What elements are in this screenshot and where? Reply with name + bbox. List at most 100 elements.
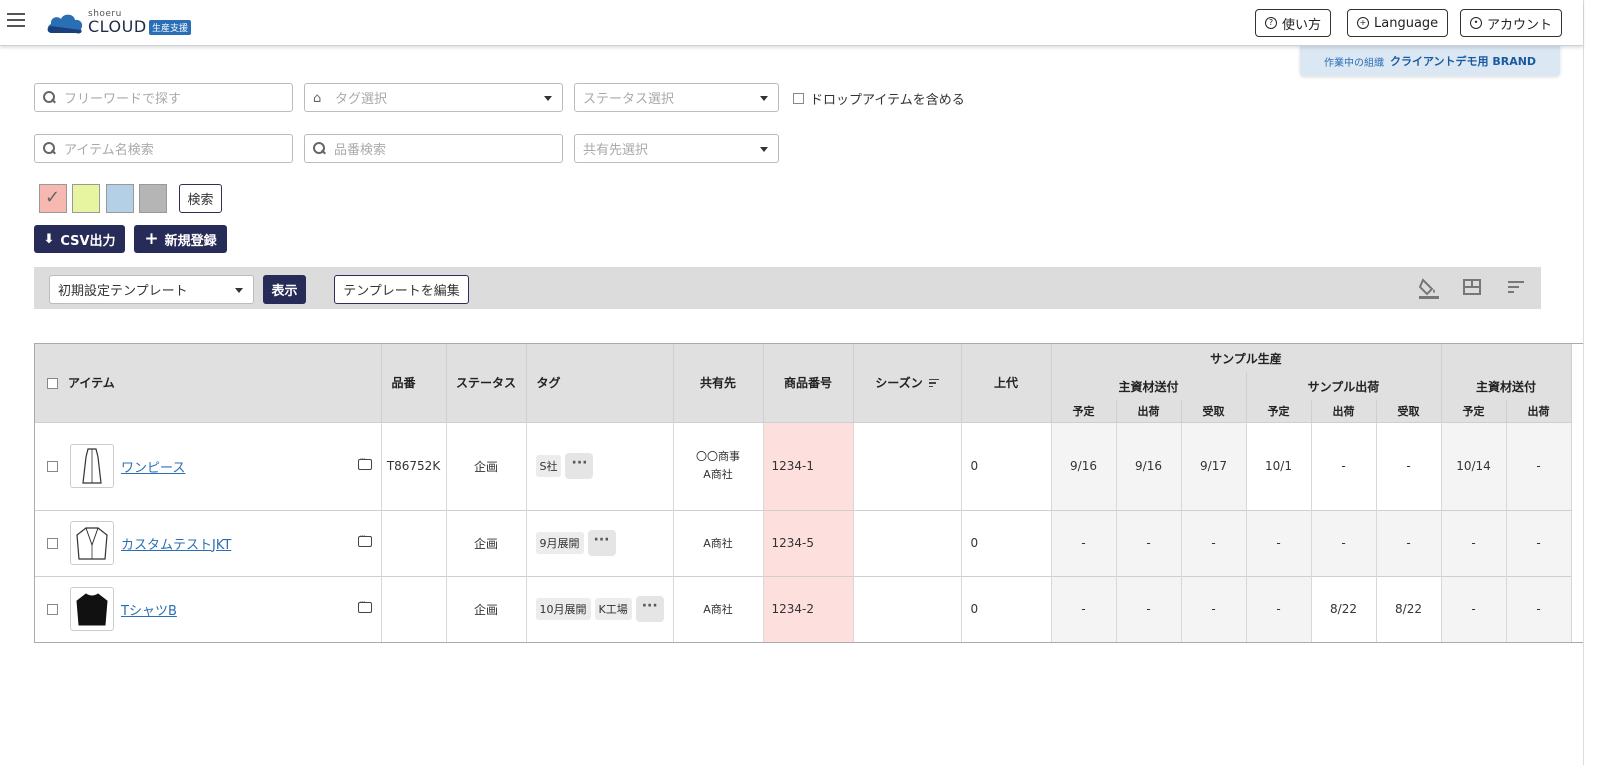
header-ship: 出荷 — [1311, 400, 1377, 422]
more-tags-button[interactable]: ··· — [565, 453, 594, 479]
row-checkbox[interactable] — [47, 603, 58, 615]
paint-bucket-icon[interactable] — [1418, 277, 1440, 299]
layout-icon[interactable] — [1461, 277, 1483, 299]
working-org-banner: 作業中の組織 クライアントデモ用 BRAND — [1300, 46, 1560, 76]
tag-select[interactable]: ⌂ タグ選択 — [304, 83, 563, 112]
more-tags-button[interactable]: ··· — [635, 596, 664, 623]
share-line-1: 〇〇商事 — [696, 450, 740, 463]
sort-icon[interactable] — [1505, 277, 1527, 299]
date-cell[interactable]: - — [1181, 575, 1247, 642]
retail-cell: 0 — [961, 421, 1052, 510]
color-swatch-yellow[interactable] — [72, 184, 100, 213]
season-cell — [853, 509, 962, 576]
color-swatch-blue[interactable] — [106, 184, 134, 213]
show-button[interactable]: 表示 — [263, 275, 306, 304]
item-link[interactable]: TシャツB — [121, 600, 177, 619]
header-receive: 受取 — [1181, 400, 1247, 422]
sort-icon[interactable] — [928, 378, 939, 390]
date-cell[interactable]: - — [1051, 509, 1117, 576]
language-button[interactable]: + Language — [1347, 9, 1449, 37]
product-no-cell[interactable]: 1234-1 — [763, 421, 854, 510]
template-select[interactable]: 初期設定テンプレート — [49, 275, 254, 304]
app-logo[interactable]: shoeru CLOUD 生産支援 — [46, 9, 196, 36]
template-select-value: 初期設定テンプレート — [58, 284, 188, 299]
date-cell[interactable]: - — [1506, 509, 1572, 576]
header-season[interactable]: シーズン — [853, 344, 962, 422]
date-cell[interactable]: - — [1441, 575, 1507, 642]
tag-chip[interactable]: S社 — [535, 455, 562, 477]
date-cell[interactable]: 8/22 — [1376, 575, 1442, 642]
color-swatch-gray[interactable] — [139, 184, 167, 213]
item-link[interactable]: ワンピース — [121, 457, 185, 476]
season-cell — [853, 575, 962, 642]
account-button[interactable]: • アカウント — [1460, 9, 1563, 37]
date-cell[interactable]: 8/22 — [1311, 575, 1377, 642]
comment-icon[interactable] — [357, 598, 372, 614]
date-cell[interactable]: 10/1 — [1246, 421, 1312, 510]
date-cell[interactable]: - — [1376, 509, 1442, 576]
tag-chip[interactable]: K工場 — [594, 598, 632, 621]
date-cell[interactable]: - — [1246, 509, 1312, 576]
logo-big-text: CLOUD — [88, 17, 147, 36]
header-sample-production: サンプル生産 — [1051, 344, 1442, 372]
new-register-label: 新規登録 — [164, 233, 217, 249]
include-drop-checkbox[interactable] — [793, 93, 804, 104]
product-no-cell[interactable]: 1234-2 — [763, 575, 854, 642]
season-cell — [853, 421, 962, 510]
header-status: ステータス — [446, 344, 527, 422]
row-checkbox[interactable] — [47, 460, 58, 472]
share-cell: A商社 — [673, 575, 764, 642]
tshirt-thumbnail-icon[interactable] — [70, 587, 114, 632]
csv-export-button[interactable]: ⬇ CSV出力 — [34, 225, 125, 253]
tag-chip[interactable]: 9月展開 — [535, 532, 584, 554]
help-button[interactable]: ? 使い方 — [1255, 9, 1332, 37]
tag-placeholder: タグ選択 — [335, 92, 388, 107]
new-register-button[interactable]: + 新規登録 — [134, 225, 227, 253]
item-link[interactable]: カスタムテストJKT — [121, 534, 231, 553]
select-all-checkbox[interactable] — [47, 378, 58, 390]
date-cell[interactable]: - — [1311, 421, 1377, 510]
csv-export-label: CSV出力 — [60, 233, 116, 249]
part-number-search-input[interactable]: 品番検索 — [304, 134, 563, 163]
date-cell[interactable]: 9/16 — [1116, 421, 1182, 510]
logo-tag: 生産支援 — [149, 20, 192, 35]
jacket-thumbnail-icon[interactable] — [70, 521, 114, 565]
edit-template-button[interactable]: テンプレートを編集 — [334, 275, 469, 304]
help-icon: ? — [1265, 17, 1277, 29]
status-cell: 企画 — [446, 421, 527, 510]
tag-cell: 9月展開 ··· — [526, 509, 674, 576]
date-cell[interactable]: - — [1441, 509, 1507, 576]
date-cell[interactable]: - — [1181, 509, 1247, 576]
date-cell[interactable]: 9/16 — [1051, 421, 1117, 510]
date-cell[interactable]: - — [1376, 421, 1442, 510]
date-cell[interactable]: 9/17 — [1181, 421, 1247, 510]
tag-chip[interactable]: 10月展開 — [535, 598, 591, 621]
item-name-search-input[interactable]: アイテム名検索 — [34, 134, 293, 163]
date-cell[interactable]: - — [1246, 575, 1312, 642]
date-cell[interactable]: - — [1311, 509, 1377, 576]
dress-thumbnail-icon[interactable] — [70, 444, 114, 488]
date-cell[interactable]: - — [1051, 575, 1117, 642]
freeword-search-input[interactable]: フリーワードで探す — [34, 83, 293, 112]
date-cell[interactable]: - — [1506, 421, 1572, 510]
menu-icon[interactable] — [7, 13, 25, 27]
row-checkbox[interactable] — [47, 537, 58, 549]
header-main-material-2: 主資材送付 — [1441, 372, 1572, 400]
status-select[interactable]: ステータス選択 — [574, 83, 779, 112]
comment-icon[interactable] — [357, 455, 372, 470]
search-button[interactable]: 検索 — [179, 184, 222, 213]
account-icon: • — [1470, 17, 1482, 29]
date-cell[interactable]: 10/14 — [1441, 421, 1507, 510]
partno-cell: T86752K — [381, 421, 447, 510]
product-no-cell[interactable]: 1234-5 — [763, 509, 854, 576]
date-cell[interactable]: - — [1116, 575, 1182, 642]
part-number-placeholder: 品番検索 — [334, 143, 387, 158]
share-select[interactable]: 共有先選択 — [574, 134, 779, 163]
comment-icon[interactable] — [357, 532, 372, 547]
date-cell[interactable]: - — [1116, 509, 1182, 576]
date-cell[interactable]: - — [1506, 575, 1572, 642]
more-tags-button[interactable]: ··· — [587, 530, 616, 556]
header-ship: 出荷 — [1506, 400, 1572, 422]
retail-cell: 0 — [961, 575, 1052, 642]
color-swatch-red[interactable] — [39, 184, 67, 213]
